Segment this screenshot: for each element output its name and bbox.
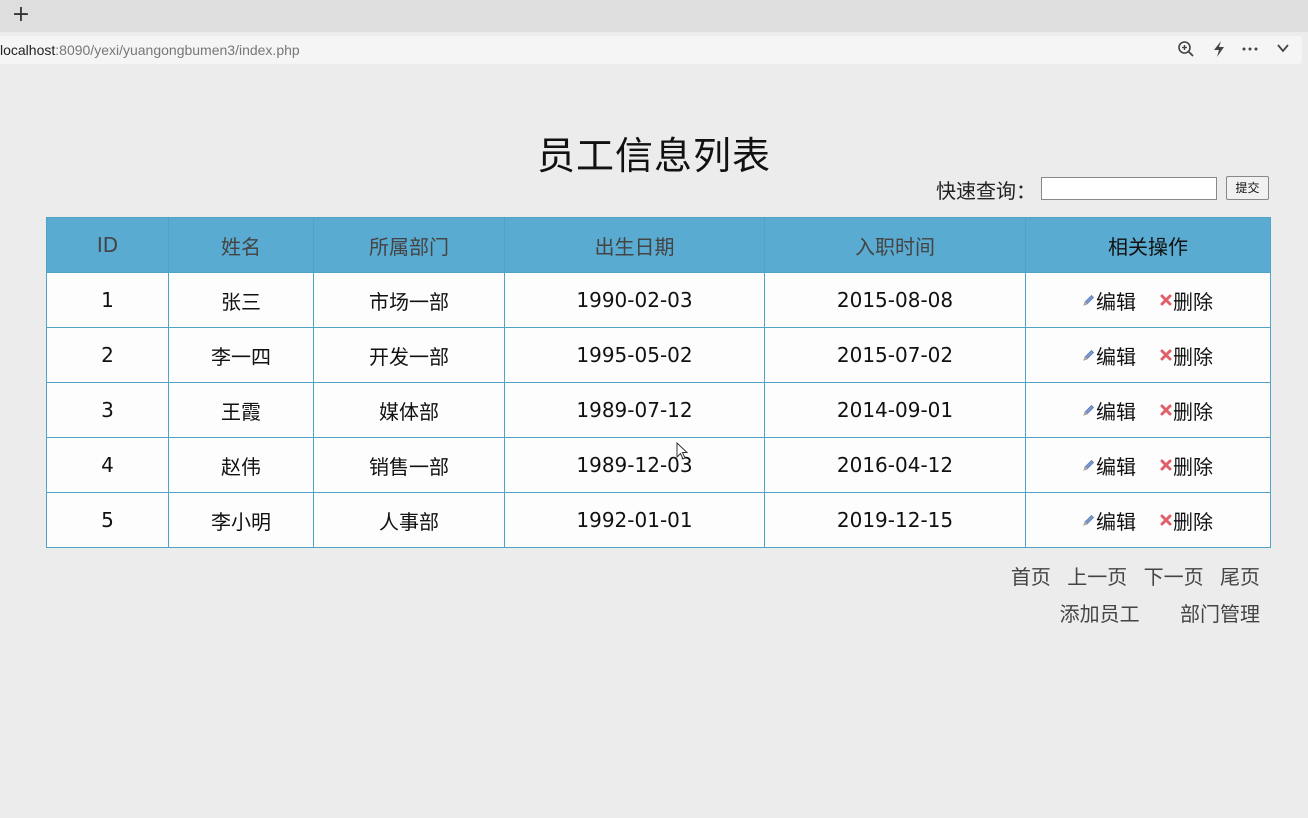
- pencil-icon: [1083, 459, 1095, 471]
- cell-hire-date: 2019-12-15: [764, 492, 1026, 548]
- header-birth-date: 出生日期: [504, 217, 765, 273]
- delete-label: 删除: [1173, 509, 1213, 534]
- cell-id: 1: [46, 272, 169, 328]
- cell-birth-date: 1995-05-02: [504, 327, 765, 383]
- edit-label: 编辑: [1096, 454, 1136, 479]
- table-row: 2 李一四 开发一部 1995-05-02 2015-07-02 编辑 删除: [46, 327, 1271, 383]
- cell-birth-date: 1990-02-03: [504, 272, 765, 328]
- cell-birth-date: 1989-07-12: [504, 382, 765, 438]
- cell-name: 张三: [168, 272, 314, 328]
- quick-search-label: 快速查询：: [936, 179, 1036, 203]
- delete-button[interactable]: 删除: [1160, 341, 1213, 370]
- new-tab-button[interactable]: +: [11, 3, 31, 27]
- cell-name: 李一四: [168, 327, 314, 383]
- header-actions: 相关操作: [1025, 217, 1271, 273]
- address-bar[interactable]: localhost:8090/yexi/yuangongbumen3/index…: [0, 36, 1302, 64]
- cell-birth-date: 1992-01-01: [504, 492, 765, 548]
- delete-button[interactable]: 删除: [1160, 506, 1213, 535]
- cell-hire-date: 2014-09-01: [764, 382, 1026, 438]
- url-host: localhost: [0, 42, 56, 58]
- table-header-row: ID 姓名 所属部门 出生日期 入职时间 相关操作: [46, 217, 1271, 273]
- chevron-down-icon[interactable]: [1273, 40, 1293, 60]
- department-manage-link[interactable]: 部门管理: [1180, 602, 1260, 626]
- cell-department: 开发一部: [313, 327, 505, 383]
- edit-label: 编辑: [1096, 509, 1136, 534]
- edit-button[interactable]: 编辑: [1083, 286, 1136, 315]
- delete-x-icon: [1160, 294, 1172, 306]
- edit-button[interactable]: 编辑: [1083, 341, 1136, 370]
- last-page-link[interactable]: 尾页: [1220, 565, 1260, 589]
- cell-actions: 编辑 删除: [1025, 437, 1271, 493]
- table-row: 5 李小明 人事部 1992-01-01 2019-12-15 编辑 删除: [46, 492, 1271, 548]
- delete-button[interactable]: 删除: [1160, 396, 1213, 425]
- cell-actions: 编辑 删除: [1025, 382, 1271, 438]
- pencil-icon: [1083, 514, 1095, 526]
- cell-actions: 编辑 删除: [1025, 492, 1271, 548]
- cell-name: 王霞: [168, 382, 314, 438]
- page-title: 员工信息列表: [536, 134, 771, 178]
- table-row: 4 赵伟 销售一部 1989-12-03 2016-04-12 编辑 删除: [46, 437, 1271, 493]
- cell-actions: 编辑 删除: [1025, 272, 1271, 328]
- next-page-link[interactable]: 下一页: [1144, 565, 1204, 589]
- cell-hire-date: 2016-04-12: [764, 437, 1026, 493]
- browser-tab-strip: +: [0, 0, 1308, 32]
- delete-x-icon: [1160, 514, 1172, 526]
- delete-x-icon: [1160, 349, 1172, 361]
- pencil-icon: [1083, 349, 1095, 361]
- delete-button[interactable]: 删除: [1160, 286, 1213, 315]
- cell-hire-date: 2015-08-08: [764, 272, 1026, 328]
- edit-button[interactable]: 编辑: [1083, 396, 1136, 425]
- more-icon[interactable]: [1240, 40, 1260, 60]
- submit-button[interactable]: 提交: [1226, 176, 1269, 200]
- header-department: 所属部门: [313, 217, 505, 273]
- delete-label: 删除: [1173, 344, 1213, 369]
- header-name: 姓名: [168, 217, 314, 273]
- cell-name: 李小明: [168, 492, 314, 548]
- bottom-links: 添加员工 部门管理: [1026, 598, 1260, 627]
- quick-search-input[interactable]: [1041, 177, 1217, 200]
- employee-table: ID 姓名 所属部门 出生日期 入职时间 相关操作 1 张三 市场一部 1990-02…: [46, 217, 1271, 548]
- cell-department: 媒体部: [313, 382, 505, 438]
- cell-id: 3: [46, 382, 169, 438]
- delete-label: 删除: [1173, 289, 1213, 314]
- url-path: :8090/yexi/yuangongbumen3/index.php: [55, 42, 300, 58]
- cell-birth-date: 1989-12-03: [504, 437, 765, 493]
- cell-name: 赵伟: [168, 437, 314, 493]
- cell-id: 5: [46, 492, 169, 548]
- zoom-icon[interactable]: [1176, 40, 1196, 60]
- prev-page-link[interactable]: 上一页: [1067, 565, 1127, 589]
- cell-department: 市场一部: [313, 272, 505, 328]
- delete-x-icon: [1160, 459, 1172, 471]
- header-hire-date: 入职时间: [764, 217, 1026, 273]
- delete-label: 删除: [1173, 454, 1213, 479]
- cell-hire-date: 2015-07-02: [764, 327, 1026, 383]
- delete-button[interactable]: 删除: [1160, 451, 1213, 480]
- edit-button[interactable]: 编辑: [1083, 506, 1136, 535]
- pencil-icon: [1083, 404, 1095, 416]
- edit-label: 编辑: [1096, 289, 1136, 314]
- add-employee-link[interactable]: 添加员工: [1060, 602, 1140, 626]
- bolt-icon[interactable]: [1209, 40, 1229, 60]
- pagination: 首页 上一页 下一页 尾页: [1001, 561, 1260, 590]
- delete-x-icon: [1160, 404, 1172, 416]
- first-page-link[interactable]: 首页: [1011, 565, 1051, 589]
- edit-label: 编辑: [1096, 399, 1136, 424]
- delete-label: 删除: [1173, 399, 1213, 424]
- cell-id: 2: [46, 327, 169, 383]
- cell-actions: 编辑 删除: [1025, 327, 1271, 383]
- pencil-icon: [1083, 294, 1095, 306]
- cell-department: 人事部: [313, 492, 505, 548]
- header-id: ID: [46, 217, 169, 273]
- table-row: 3 王霞 媒体部 1989-07-12 2014-09-01 编辑 删除: [46, 382, 1271, 438]
- cell-department: 销售一部: [313, 437, 505, 493]
- edit-button[interactable]: 编辑: [1083, 451, 1136, 480]
- mouse-cursor-icon: [676, 442, 688, 460]
- table-row: 1 张三 市场一部 1990-02-03 2015-08-08 编辑 删除: [46, 272, 1271, 328]
- url-text[interactable]: localhost:8090/yexi/yuangongbumen3/index…: [0, 42, 300, 58]
- cell-id: 4: [46, 437, 169, 493]
- edit-label: 编辑: [1096, 344, 1136, 369]
